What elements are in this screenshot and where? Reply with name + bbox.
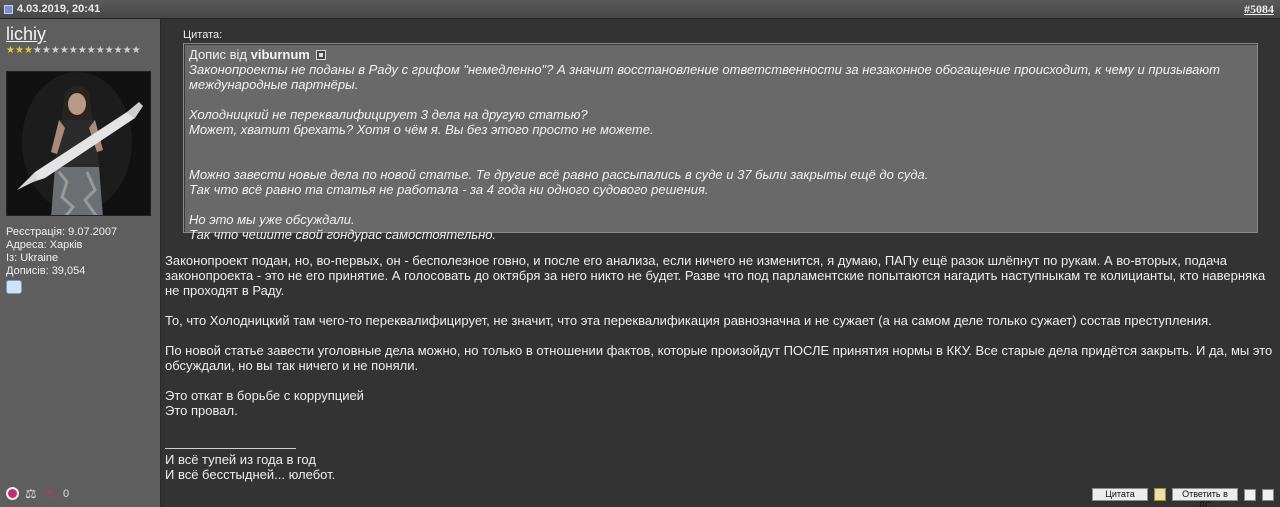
reputation-stars: ★ ★ ★ ★ ★ ★ ★ ★ ★ ★ ★ ★ ★ ★ ★ xyxy=(6,46,154,56)
go-top-icon[interactable] xyxy=(1262,488,1274,501)
quote-line: Холодницкий не переквалифицирует 3 дела … xyxy=(189,107,588,122)
quote-author: viburnum xyxy=(250,47,310,62)
star-empty-icon: ★ xyxy=(104,45,114,56)
report-warning-icon[interactable]: ⚠ xyxy=(44,487,57,500)
quote-author-prefix: Допис від xyxy=(189,47,247,62)
user-sidebar: lichiy ★ ★ ★ ★ ★ ★ ★ ★ ★ ★ ★ ★ ★ ★ ★ Реєстрація: 9.07.… xyxy=(0,19,161,507)
star-filled-icon: ★ xyxy=(23,45,33,56)
quote-button[interactable]: Цитата xyxy=(1092,488,1148,501)
quote-text: Законопроекты не поданы в Раду с грифом … xyxy=(189,62,1252,242)
star-empty-icon: ★ xyxy=(131,45,141,56)
signature-line: И всё бесстыдней... юлебот. xyxy=(165,467,336,482)
quote-gap xyxy=(189,137,1252,152)
star-empty-icon: ★ xyxy=(86,45,96,56)
message-paragraph: Законопроект подан, но, во-первых, он - … xyxy=(165,253,1266,298)
signature-divider xyxy=(165,448,296,449)
username-link[interactable]: lichiy xyxy=(6,23,154,45)
quote-box: Допис від viburnum Законопроекты не пода… xyxy=(183,43,1258,242)
reputation-scale-icon[interactable]: ⚖ xyxy=(25,487,38,500)
avatar-image xyxy=(7,72,150,215)
post-content: Цитата: Допис від viburnum Законопроекты… xyxy=(162,19,1280,507)
multiquote-icon[interactable] xyxy=(1154,488,1166,501)
star-empty-icon: ★ xyxy=(113,45,123,56)
post-footer: Цитата Ответить в ЛС xyxy=(1092,488,1274,507)
post-header: 4.03.2019, 20:41 #5084 xyxy=(0,0,1280,19)
user-post-count: Дописів: 39,054 xyxy=(6,265,86,277)
user-address: Адреса: Харків xyxy=(6,239,83,251)
star-empty-icon: ★ xyxy=(32,45,42,56)
post-status-icons: ⚖ ⚠ 0 xyxy=(6,487,69,500)
message-body: Законопроект подан, но, во-первых, он - … xyxy=(165,253,1275,482)
reply-pm-button[interactable]: Ответить в ЛС xyxy=(1172,488,1238,507)
star-empty-icon: ★ xyxy=(68,45,78,56)
message-paragraph: То, что Холодницкий там чего-то переквал… xyxy=(165,313,1212,328)
view-post-icon[interactable] xyxy=(316,50,327,60)
post-number-link[interactable]: #5084 xyxy=(1244,2,1274,17)
star-empty-icon: ★ xyxy=(59,45,69,56)
star-empty-icon: ★ xyxy=(122,45,132,56)
user-country: Із: Ukraine xyxy=(6,252,59,264)
quote-label: Цитата: xyxy=(183,29,223,41)
star-filled-icon: ★ xyxy=(14,45,24,56)
quote-line: Можно завести новые дела по новой статье… xyxy=(189,167,929,182)
quote-line: Так что всё равно та статья не работала … xyxy=(189,182,709,197)
quote-gap xyxy=(189,92,1252,107)
quote-gap xyxy=(189,197,1252,212)
quote-line: Законопроекты не поданы в Раду с грифом … xyxy=(189,62,1220,92)
post-icon xyxy=(4,4,13,14)
reg-date: Реєстрація: 9.07.2007 xyxy=(6,226,118,238)
expand-icon[interactable] xyxy=(1244,488,1256,501)
user-info: Реєстрація: 9.07.2007 Адреса: Харків Із:… xyxy=(6,226,154,278)
quote-gap xyxy=(189,152,1252,167)
quote-author-line: Допис від viburnum xyxy=(189,47,1252,62)
star-empty-icon: ★ xyxy=(95,45,105,56)
signature-line: И всё тупей из года в год xyxy=(165,452,316,467)
star-empty-icon: ★ xyxy=(50,45,60,56)
star-empty-icon: ★ xyxy=(41,45,51,56)
message-paragraph: Это откат в борьбе с коррупцией xyxy=(165,388,364,403)
post-date: 4.03.2019, 20:41 xyxy=(17,3,101,15)
star-empty-icon: ★ xyxy=(77,45,87,56)
private-message-icon[interactable] xyxy=(6,280,22,294)
quote-line: Может, хватит брехать? Хотя о чём я. Вы … xyxy=(189,122,654,137)
quote-line: Так что чешите свой гондурас самостоятел… xyxy=(189,227,497,242)
online-status-icon xyxy=(6,487,19,500)
reputation-counter: 0 xyxy=(63,487,70,500)
quote-line: Но это мы уже обсуждали. xyxy=(189,212,355,227)
avatar xyxy=(6,71,151,216)
message-paragraph: По новой статье завести уголовные дела м… xyxy=(165,343,1273,373)
message-paragraph: Это провал. xyxy=(165,403,238,418)
star-filled-icon: ★ xyxy=(6,45,15,56)
